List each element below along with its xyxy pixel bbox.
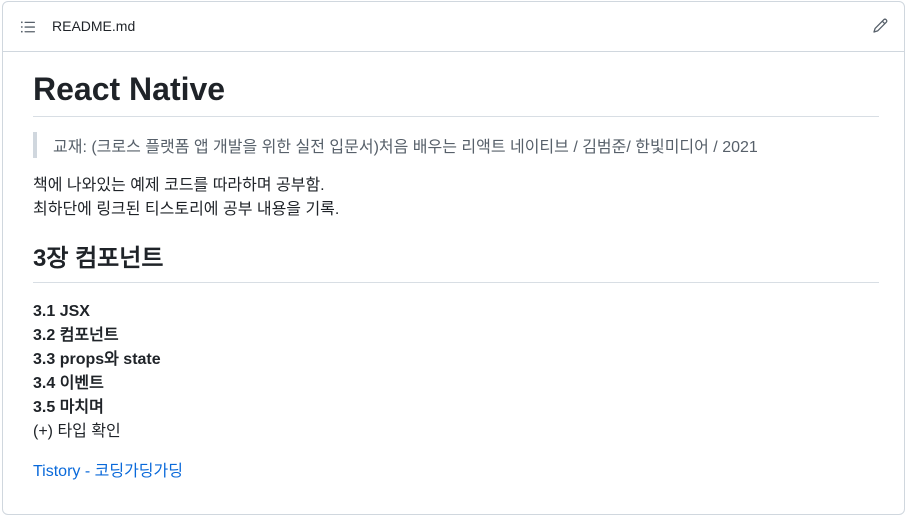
chapter-item: 3.2 컴포넌트 — [33, 327, 119, 344]
section-heading: 3장 컴포넌트 — [33, 245, 164, 272]
file-name: README.md — [52, 18, 136, 34]
textbook-blockquote: 교재: (크로스 플랫폼 앱 개발을 위한 실전 입문서)처음 배우는 리액트 … — [33, 132, 758, 158]
pencil-icon[interactable] — [872, 18, 888, 34]
chapter-item: 3.3 props와 state — [33, 351, 161, 368]
intro-line-1: 책에 나와있는 예제 코드를 따라하며 공부함. — [33, 177, 325, 194]
chapter-item: 3.5 마치며 — [33, 399, 104, 416]
blockquote-text: 교재: (크로스 플랫폼 앱 개발을 위한 실전 입문서)처음 배우는 리액트 … — [53, 139, 758, 156]
chapter-item: 3.1 JSX — [33, 303, 90, 320]
tistory-link[interactable]: Tistory - 코딩가딩가딩 — [33, 460, 183, 484]
readme-header: README.md — [3, 2, 904, 52]
section-divider — [33, 282, 879, 283]
intro-line-2: 최하단에 링크된 티스토리에 공부 내용을 기록. — [33, 201, 340, 218]
list-unordered-icon[interactable] — [20, 19, 36, 35]
chapter-list: 3.1 JSX 3.2 컴포넌트 3.3 props와 state 3.4 이벤… — [33, 300, 161, 444]
chapter-item: 3.4 이벤트 — [33, 375, 104, 392]
title-divider — [33, 116, 879, 117]
readme-title: React Native — [33, 71, 226, 107]
chapter-item-extra: (+) 타입 확인 — [33, 423, 121, 440]
